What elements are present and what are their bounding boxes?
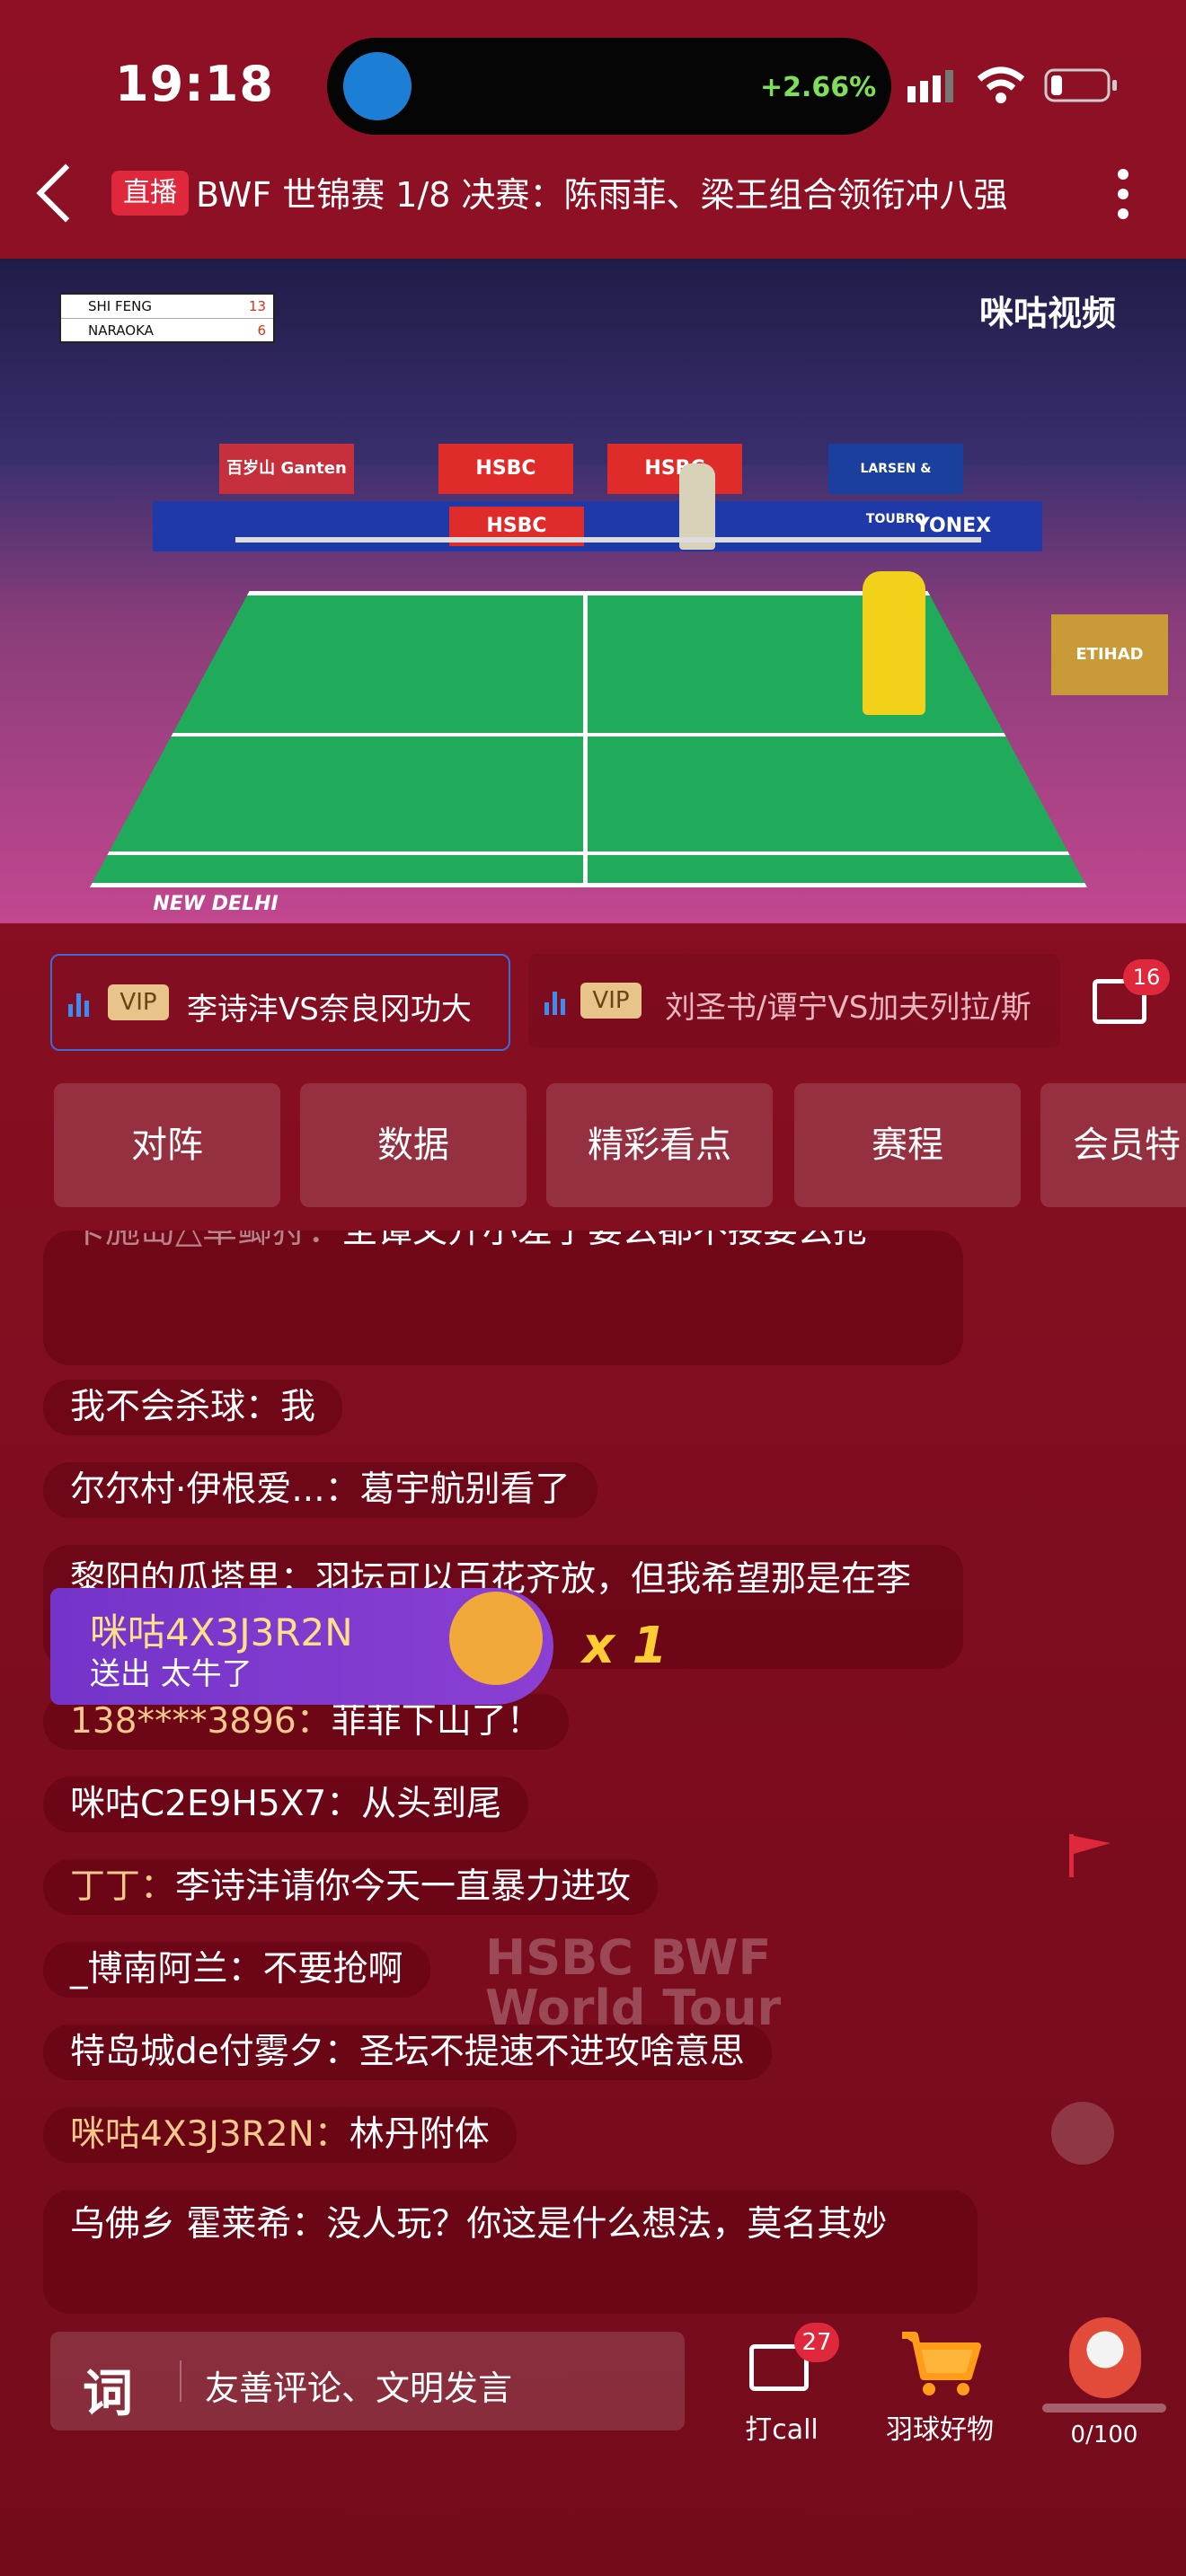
fire-mascot-icon[interactable] [1051, 2102, 1114, 2165]
progress-label: 0/100 [1070, 2422, 1138, 2448]
wifi-icon [976, 66, 1026, 104]
chat-text: 不要抢啊 [262, 1949, 403, 1989]
chat-text: 林丹附体 [349, 2114, 490, 2155]
vip-badge: VIP [580, 983, 642, 1019]
vip-badge: VIP [108, 984, 169, 1020]
ad-etihad: ETIHAD [1051, 614, 1168, 695]
chat-message: 咪咕4X3J3R2N：林丹附体 [43, 2107, 517, 2163]
chat-user: 卡施岛△草鲫狩： [70, 1231, 342, 1251]
chat-message: 我不会杀球：我 [43, 1380, 343, 1435]
score-value-2: 6 [257, 322, 266, 339]
phrase-icon[interactable]: 词 [83, 2353, 133, 2426]
live-badge: 直播 [111, 171, 189, 216]
score-row-1: SHI FENG 13 [61, 295, 273, 318]
gift-count: x 1 [582, 1617, 668, 1675]
match-tab-2[interactable]: VIP 刘圣书/谭宁VS加夫列拉/斯 [528, 954, 1060, 1047]
tab-highlights[interactable]: 精彩看点 [546, 1083, 773, 1207]
gift-action: 送出 太牛了 [90, 1656, 252, 1692]
tab-schedule[interactable]: 赛程 [794, 1083, 1021, 1207]
chat-message: 特岛城de付雾夕：圣坛不提速不进攻啥意思 [43, 2025, 772, 2080]
video-player[interactable]: HSBC HSBC HSBC YONEX ETIHAD LARSEN & TOU… [0, 259, 1186, 923]
chat-text: 圣谭又开小差了要么都不接要么抢 [342, 1231, 869, 1251]
chat-message: _博南阿兰：不要抢啊 [43, 1942, 430, 1998]
match-tab-label: 刘圣书/谭宁VS加夫列拉/斯 [665, 990, 1031, 1026]
match-tab-label: 李诗沣VS奈良冈功大 [187, 992, 472, 1028]
match-tab-1[interactable]: VIP 李诗沣VS奈良冈功大 [50, 954, 510, 1051]
flag-icon[interactable] [1066, 1832, 1114, 1877]
replay-badge: 16 [1123, 959, 1170, 995]
chat-user: 咪咕C2E9H5X7： [70, 1784, 362, 1824]
stock-percent: +2.66% [760, 72, 877, 103]
shop-button[interactable]: 羽球好物 [868, 2326, 1012, 2448]
signal-icon [907, 70, 954, 102]
mascot-progress[interactable]: 0/100 [1039, 2312, 1170, 2456]
scoreboard: SHI FENG 13 NARAOKA 6 [59, 293, 275, 343]
chat-user: 尔尔村·伊根爱...： [70, 1469, 360, 1510]
input-divider [180, 2360, 181, 2402]
chat-message: 乌佛乡 霍莱希：没人玩？你这是什么想法，莫名其妙 [43, 2190, 978, 2314]
chat-user: 138****3896： [70, 1701, 332, 1742]
chat-text: 葛宇航别看了 [359, 1469, 571, 1510]
chat-text: 我 [280, 1387, 316, 1427]
chat-user: 乌佛乡 霍莱希： [70, 2204, 327, 2245]
chat-text: 没人玩？你这是什么想法，莫名其妙 [326, 2204, 888, 2245]
chat-user: _博南阿兰： [70, 1949, 263, 1989]
net [235, 537, 981, 543]
player-near [863, 571, 925, 715]
chat-message: 尔尔村·伊根爱...：葛宇航别看了 [43, 1462, 597, 1518]
ad-larsen: LARSEN & TOUBRO [828, 444, 963, 526]
live-bars-icon [544, 992, 568, 1015]
badminton-court [90, 591, 1087, 887]
shopping-cart-icon [898, 2330, 981, 2398]
page-title: BWF 世锦赛 1/8 决赛：陈雨菲、梁王组合领衔冲八强 [196, 175, 1008, 215]
score-value-1: 13 [248, 298, 266, 314]
chat-user: 特岛城de付雾夕： [70, 2032, 359, 2072]
more-icon[interactable] [1118, 169, 1136, 228]
tab-stats[interactable]: 数据 [300, 1083, 527, 1207]
back-icon[interactable] [36, 163, 95, 223]
chat-text: 菲菲下山了！ [331, 1701, 542, 1742]
chat-message: 丁丁：李诗沣请你今天一直暴力进攻 [43, 1859, 659, 1915]
tab-matchup[interactable]: 对阵 [54, 1083, 280, 1207]
chat-message: 卡施岛△草鲫狩：圣谭又开小差了要么都不接要么抢 [43, 1231, 963, 1365]
chat-user: 咪咕4X3J3R2N： [70, 2114, 350, 2155]
migu-video-logo: 咪咕视频 [979, 294, 1117, 333]
hsbc-bwf-watermark: HSBC BWF World Tour [485, 1933, 781, 2033]
call-label: 打call [745, 2414, 819, 2446]
app-activity-icon [343, 52, 412, 120]
ad-ganten: 百岁山 Ganten [219, 444, 354, 494]
score-player-2: NARAOKA [88, 322, 154, 339]
watermark-line-1: HSBC BWF [485, 1929, 772, 1986]
chat-text: 李诗沣请你今天一直暴力进攻 [175, 1866, 632, 1907]
status-time: 19:18 [115, 56, 274, 112]
progress-bar [1042, 2404, 1166, 2413]
comment-placeholder: 友善评论、文明发言 [205, 2369, 513, 2408]
battery-icon [1044, 66, 1120, 104]
chat-text: 圣坛不提速不进攻啥意思 [358, 2032, 745, 2072]
chat-user: 丁丁： [70, 1866, 176, 1907]
call-badge: 27 [794, 2323, 839, 2362]
shop-label: 羽球好物 [886, 2414, 994, 2446]
chat-user: 我不会杀球： [70, 1387, 281, 1427]
court-text-new-delhi: NEW DELHI [153, 893, 279, 915]
tab-member[interactable]: 会员特 [1040, 1083, 1186, 1207]
ad-hsbc-1: HSBC [438, 444, 573, 494]
chat-message: 咪咕C2E9H5X7：从头到尾 [43, 1777, 529, 1832]
live-bars-icon [68, 993, 92, 1017]
ad-hsbc-2: HSBC [607, 444, 742, 494]
cow-gift-icon [449, 1592, 543, 1685]
mascot-drum-icon [1069, 2317, 1141, 2398]
call-button[interactable]: 27 打call [719, 2323, 845, 2448]
score-player-1: SHI FENG [88, 298, 152, 314]
chat-text: 从头到尾 [361, 1784, 502, 1824]
score-row-2: NARAOKA 6 [61, 318, 273, 342]
